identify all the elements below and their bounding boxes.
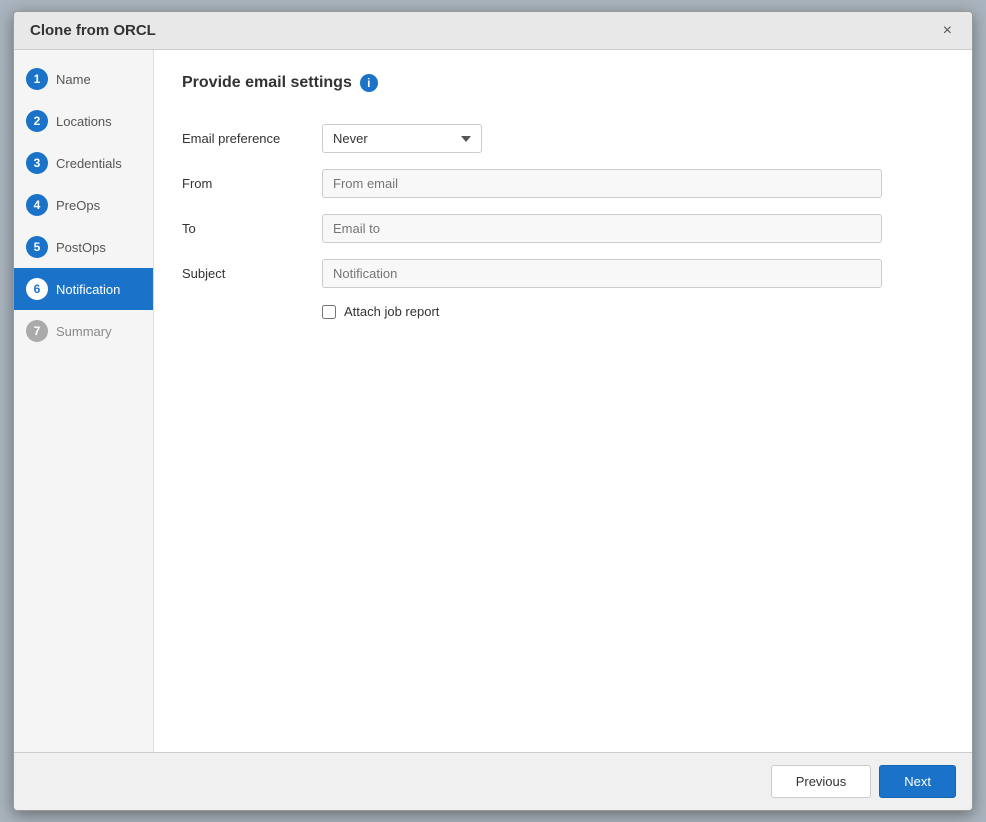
sidebar-label-postops: PostOps <box>56 240 106 255</box>
section-title: Provide email settings <box>182 74 352 92</box>
email-preference-label: Email preference <box>182 116 322 161</box>
email-preference-control: Never On Success On Failure Always <box>322 116 882 161</box>
previous-button[interactable]: Previous <box>771 765 872 798</box>
from-input[interactable] <box>322 169 882 198</box>
sidebar-item-preops[interactable]: 4 PreOps <box>14 184 153 226</box>
sidebar: 1 Name 2 Locations 3 Credentials 4 PreOp… <box>14 50 154 752</box>
attach-job-report-row: Attach job report <box>322 296 882 327</box>
to-label: To <box>182 206 322 251</box>
dialog-header: Clone from ORCL × <box>14 12 972 50</box>
subject-label: Subject <box>182 251 322 296</box>
main-content: Provide email settings i Email preferenc… <box>154 50 972 752</box>
step-number-summary: 7 <box>26 320 48 342</box>
to-input[interactable] <box>322 214 882 243</box>
email-settings-form: Email preference Never On Success On Fai… <box>182 116 882 327</box>
sidebar-label-summary: Summary <box>56 324 112 339</box>
from-control <box>322 161 882 206</box>
step-number-name: 1 <box>26 68 48 90</box>
next-button[interactable]: Next <box>879 765 956 798</box>
info-icon[interactable]: i <box>360 74 378 92</box>
subject-input[interactable] <box>322 259 882 288</box>
dialog-footer: Previous Next <box>14 752 972 810</box>
step-number-notification: 6 <box>26 278 48 300</box>
dialog-title: Clone from ORCL <box>30 22 156 39</box>
sidebar-item-postops[interactable]: 5 PostOps <box>14 226 153 268</box>
email-preference-select[interactable]: Never On Success On Failure Always <box>322 124 482 153</box>
sidebar-label-notification: Notification <box>56 282 120 297</box>
sidebar-item-notification[interactable]: 6 Notification <box>14 268 153 310</box>
close-button[interactable]: × <box>939 23 956 39</box>
sidebar-label-locations: Locations <box>56 114 112 129</box>
sidebar-label-name: Name <box>56 72 91 87</box>
sidebar-item-locations[interactable]: 2 Locations <box>14 100 153 142</box>
clone-dialog: Clone from ORCL × 1 Name 2 Locations 3 C… <box>13 11 973 811</box>
section-header: Provide email settings i <box>182 74 944 92</box>
sidebar-item-name[interactable]: 1 Name <box>14 58 153 100</box>
step-number-preops: 4 <box>26 194 48 216</box>
subject-control <box>322 251 882 296</box>
step-number-credentials: 3 <box>26 152 48 174</box>
sidebar-item-credentials[interactable]: 3 Credentials <box>14 142 153 184</box>
sidebar-label-preops: PreOps <box>56 198 100 213</box>
attach-job-report-checkbox[interactable] <box>322 305 336 319</box>
to-control <box>322 206 882 251</box>
step-number-locations: 2 <box>26 110 48 132</box>
dialog-body: 1 Name 2 Locations 3 Credentials 4 PreOp… <box>14 50 972 752</box>
from-label: From <box>182 161 322 206</box>
attach-job-report-label[interactable]: Attach job report <box>344 304 439 319</box>
step-number-postops: 5 <box>26 236 48 258</box>
sidebar-label-credentials: Credentials <box>56 156 122 171</box>
sidebar-item-summary[interactable]: 7 Summary <box>14 310 153 352</box>
